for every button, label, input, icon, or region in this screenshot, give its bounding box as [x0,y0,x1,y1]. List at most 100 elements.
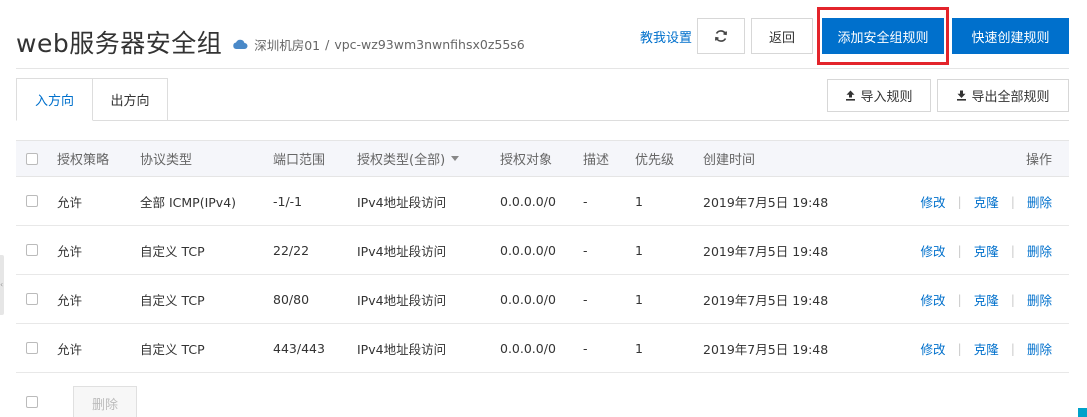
table-row: 允许 自定义 TCP 22/22 IPv4地址段访问 0.0.0.0/0 - 1… [16,226,1069,275]
back-button[interactable]: 返回 [751,18,813,54]
cell-policy: 允许 [57,292,83,308]
clone-link[interactable]: 克隆 [974,192,999,211]
import-rules-button[interactable]: 导入规则 [827,79,931,112]
select-all-cell [26,141,38,176]
row-checkbox[interactable] [26,293,38,305]
table-row: 允许 全部 ICMP(IPv4) -1/-1 IPv4地址段访问 0.0.0.0… [16,177,1069,226]
footer-select-all-checkbox[interactable] [26,396,38,408]
row-checkbox[interactable] [26,244,38,256]
table-row: 允许 自定义 TCP 80/80 IPv4地址段访问 0.0.0.0/0 - 1… [16,275,1069,324]
row-select-cell [26,324,38,372]
caret-down-icon [451,156,460,161]
cell-port: 22/22 [273,242,310,258]
col-actions: 操作 [1025,153,1052,168]
table-header: 授权策略 协议类型 端口范围 授权类型(全部) 授权对象 描述 优先级 创建时间… [16,140,1069,177]
row-actions: 修改 | 克隆 | 删除 [921,324,1052,372]
col-protocol: 协议类型 [140,153,193,168]
delete-link[interactable]: 删除 [1027,192,1052,211]
cell-policy: 允许 [57,243,83,259]
edit-link[interactable]: 修改 [921,241,946,260]
cell-target: 0.0.0.0/0 [500,291,556,307]
clone-link[interactable]: 克隆 [974,241,999,260]
header-meta: 深圳机房01 / vpc-wz93wm3nwnfihsx0z55s6 [232,35,525,54]
cell-protocol: 自定义 TCP [140,292,205,308]
col-policy: 授权策略 [57,153,110,168]
col-port: 端口范围 [273,153,326,168]
col-auth-type-filter[interactable]: 授权类型(全部) [357,141,460,176]
col-auth-type-label: 授权类型(全部) [357,153,446,168]
cell-auth-type: IPv4地址段访问 [357,292,447,308]
clone-link[interactable]: 克隆 [974,290,999,309]
direction-tabs: 入方向 出方向 [16,78,168,121]
action-separator: | [1010,242,1015,258]
cloud-icon [233,39,248,49]
cell-priority: 1 [635,193,643,209]
row-checkbox[interactable] [26,342,38,354]
delete-link[interactable]: 删除 [1027,290,1052,309]
edit-link[interactable]: 修改 [921,290,946,309]
add-security-group-rule-button[interactable]: 添加安全组规则 [822,18,944,54]
cell-port: -1/-1 [273,193,303,209]
table-row: 允许 自定义 TCP 443/443 IPv4地址段访问 0.0.0.0/0 -… [16,324,1069,373]
page-header: web服务器安全组 深圳机房01 / vpc-wz93wm3nwnfihsx0z… [16,22,525,62]
chevron-left-icon: ‹ [0,280,4,289]
region-label: 深圳机房01 [254,37,321,53]
cell-port: 80/80 [273,291,310,307]
vpc-id: vpc-wz93wm3nwnfihsx0z55s6 [334,36,525,52]
cell-created: 2019年7月5日 19:48 [703,292,829,308]
action-separator: | [957,193,962,209]
upload-icon [846,90,856,101]
col-description: 描述 [583,153,610,168]
refresh-icon [715,30,727,42]
cell-target: 0.0.0.0/0 [500,193,556,209]
batch-delete-button[interactable]: 删除 [73,386,137,417]
rules-table: 授权策略 协议类型 端口范围 授权类型(全部) 授权对象 描述 优先级 创建时间… [16,140,1069,373]
help-widget-edge[interactable] [1078,408,1087,417]
cell-priority: 1 [635,340,643,356]
col-priority: 优先级 [635,153,675,168]
tabs-divider [16,120,1069,121]
cell-description: - [583,291,588,307]
row-select-cell [26,177,38,225]
refresh-button[interactable] [697,18,745,54]
row-select-cell [26,226,38,274]
tab-outbound[interactable]: 出方向 [92,78,168,121]
row-checkbox[interactable] [26,195,38,207]
delete-link[interactable]: 删除 [1027,241,1052,260]
action-separator: | [957,340,962,356]
cell-description: - [583,242,588,258]
cell-protocol: 自定义 TCP [140,341,205,357]
cell-auth-type: IPv4地址段访问 [357,194,447,210]
cell-port: 443/443 [273,340,325,356]
cell-policy: 允许 [57,341,83,357]
action-separator: | [1010,340,1015,356]
clone-link[interactable]: 克隆 [974,339,999,358]
row-actions: 修改 | 克隆 | 删除 [921,275,1052,323]
meta-separator: / [325,36,330,52]
download-icon [957,90,967,101]
side-panel-handle[interactable]: ‹ [0,255,4,315]
cell-protocol: 全部 ICMP(IPv4) [140,194,237,210]
cell-auth-type: IPv4地址段访问 [357,341,447,357]
cell-description: - [583,340,588,356]
select-all-checkbox[interactable] [26,152,38,165]
tab-inbound[interactable]: 入方向 [16,78,93,121]
cell-priority: 1 [635,242,643,258]
header-divider [16,68,1069,69]
page-title: web服务器安全组 [16,29,223,58]
quick-create-rule-button[interactable]: 快速创建规则 [952,18,1069,54]
tutorial-link[interactable]: 教我设置 [640,27,692,46]
table-footer: 删除 [16,376,1069,417]
edit-link[interactable]: 修改 [921,339,946,358]
row-select-cell [26,275,38,323]
cell-auth-type: IPv4地址段访问 [357,243,447,259]
col-target: 授权对象 [500,153,553,168]
export-all-rules-button[interactable]: 导出全部规则 [937,79,1069,112]
cell-target: 0.0.0.0/0 [500,242,556,258]
cell-created: 2019年7月5日 19:48 [703,194,829,210]
cell-created: 2019年7月5日 19:48 [703,243,829,259]
cell-priority: 1 [635,291,643,307]
import-rules-label: 导入规则 [860,90,913,105]
edit-link[interactable]: 修改 [921,192,946,211]
delete-link[interactable]: 删除 [1027,339,1052,358]
